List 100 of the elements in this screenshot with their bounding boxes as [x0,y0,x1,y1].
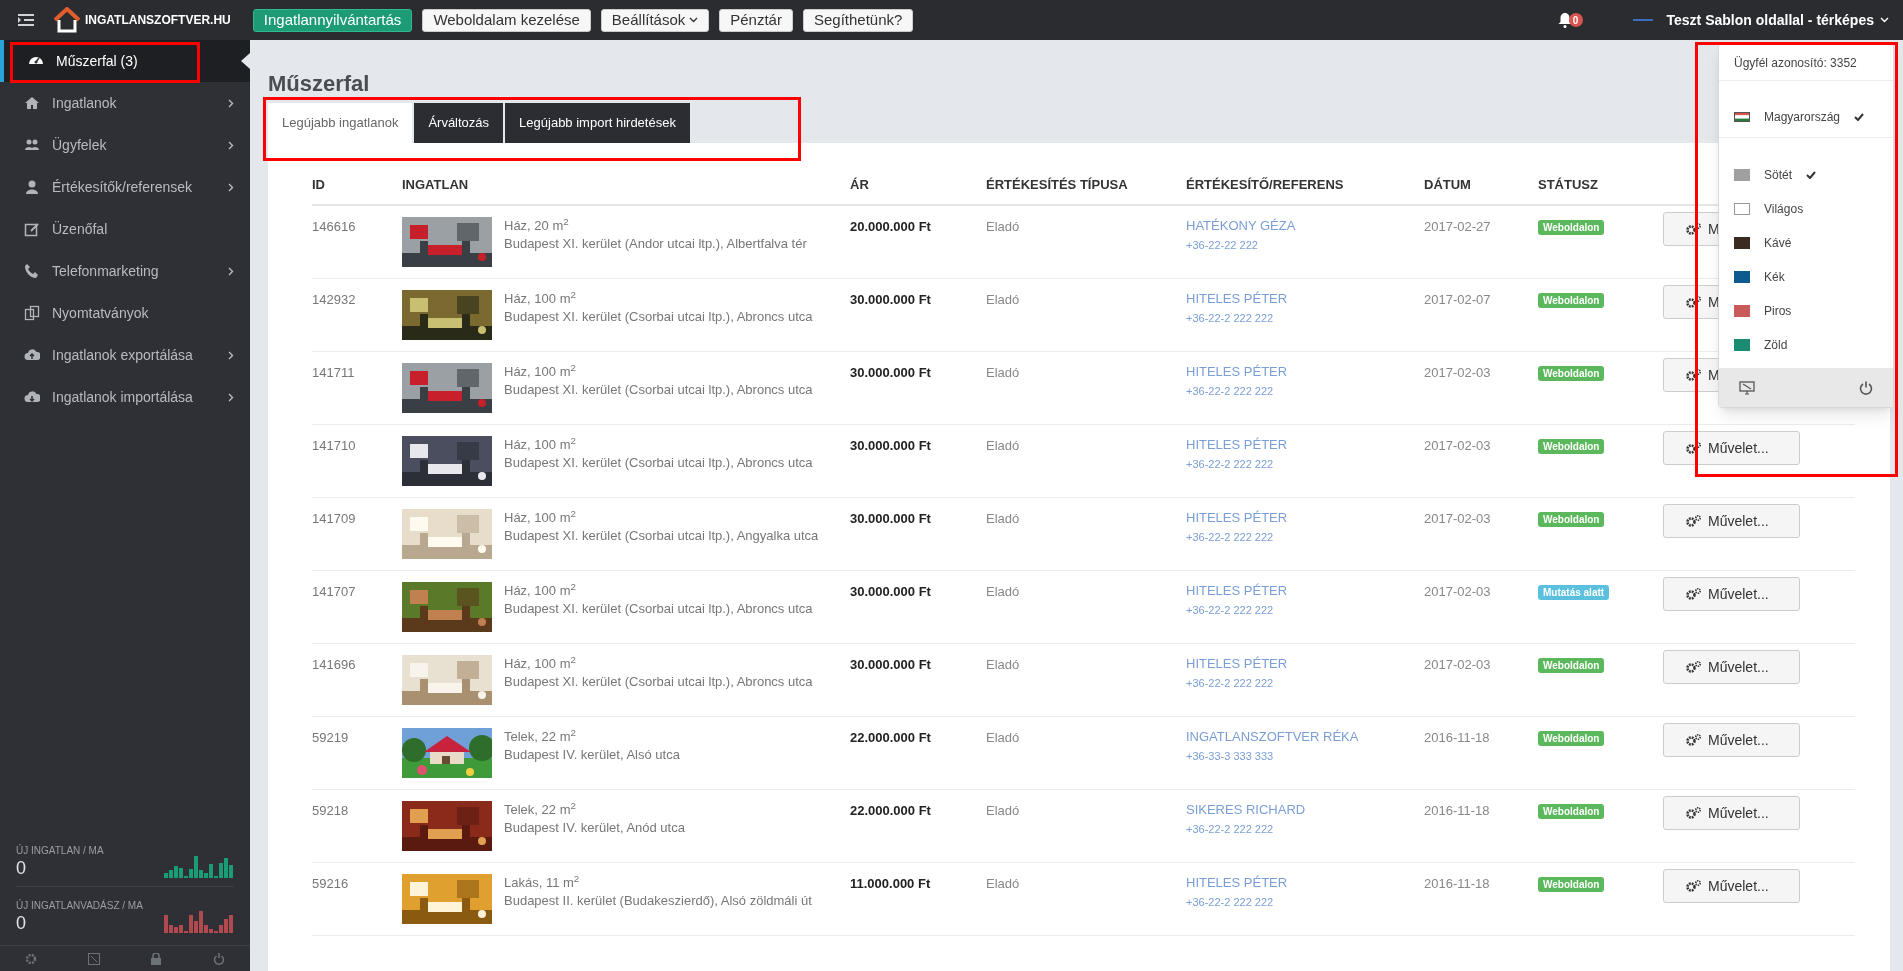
sidebar-item[interactable]: Ingatlanok importálása [0,376,250,418]
property-address: Budapest IV. kerület, Anód utca [504,819,685,837]
column-header: ÉRTÉKESÍTŐ/REFERENS [1186,165,1424,205]
sidebar-icon [24,389,40,405]
agent-phone: +36-33-3 333 333 [1186,749,1274,764]
sidebar-item[interactable]: Telefonmarketing [0,250,250,292]
table-cell: Eladó [986,438,1020,453]
theme-item[interactable]: Kék [1719,260,1893,294]
sidebar-icon [24,137,40,153]
table-cell: 2017-02-03 [1424,438,1491,453]
action-button[interactable]: Művelet... [1663,650,1800,684]
agent-phone: +36-22-22 222 [1186,238,1258,253]
sidebar-item[interactable]: Ingatlanok exportálása [0,334,250,376]
lock-icon[interactable] [150,952,163,965]
menu-icon[interactable] [18,14,34,26]
gears-icon [1686,806,1702,820]
tab[interactable]: Legújabb ingatlanok [268,103,413,143]
table-cell: 141710 [312,438,356,453]
theme-item[interactable]: Sötét [1719,158,1893,192]
price: 22.000.000 Ft [850,730,931,745]
action-button[interactable]: Művelet... [1663,431,1800,465]
price: 30.000.000 Ft [850,657,931,672]
flag-icon [1734,112,1750,122]
sidebar-item[interactable]: Üzenőfal [0,208,250,250]
table-cell: Eladó [986,730,1020,745]
property-title: Telek, 22 m$^{2}$ [504,728,577,746]
sidebar-icon [24,347,40,363]
table-cell: 59216 [312,876,349,891]
chevron-icon [228,392,234,402]
theme-item[interactable]: Kávé [1719,226,1893,260]
gears-icon [1686,879,1702,893]
table-cell: 2016-11-18 [1424,803,1490,818]
action-button[interactable]: Művelet... [1663,869,1800,903]
property-address: Budapest XI. kerület (Csorbai utcai ltp.), Abroncs utca [504,673,813,691]
agent-phone: +36-22-2 222 222 [1186,603,1274,618]
action-button[interactable]: Művelet... [1663,577,1800,611]
gears-icon [1686,660,1702,674]
agent-phone: +36-22-2 222 222 [1186,311,1274,326]
property-address: Budapest II. kerület (Budakeszierdő), Alsó zöldmáli út [504,892,812,910]
nav-button[interactable]: Beállítások [600,8,710,32]
column-header: ID [312,165,402,205]
price: 22.000.000 Ft [850,803,931,818]
price: 30.000.000 Ft [850,584,931,599]
theme-item[interactable]: Zöld [1719,328,1893,362]
nav-button[interactable]: Ingatlannyilvántartás [252,8,413,32]
sidebar-item[interactable]: Értékesítők/referensek [0,166,250,208]
sidebar-item[interactable]: Nyomtatványok [0,292,250,334]
check-icon [1854,113,1865,121]
nav-button[interactable]: Weboldalam kezelése [422,8,591,32]
resize-icon[interactable] [87,952,100,965]
action-button[interactable]: Művelet... [1663,504,1800,538]
nav-button[interactable]: Segíthetünk? [802,8,914,32]
status-badge: Weboldalon [1538,731,1605,746]
agent-phone: +36-22-2 222 222 [1186,676,1274,691]
sidebar-item[interactable]: Ügyfelek [0,124,250,166]
table-cell: 141709 [312,511,356,526]
property-address: Budapest XI. kerület (Csorbai utcai ltp.), Angyalka utca [504,527,819,545]
sidebar-icon [24,305,40,321]
agent-phone: +36-22-2 222 222 [1186,457,1274,472]
account-menu-button[interactable]: Teszt Sablon oldallal - térképes [1666,9,1889,31]
table-cell: Eladó [986,876,1020,891]
nav-button[interactable]: Pénztár [719,8,793,32]
language-item[interactable]: Magyarország [1719,99,1893,135]
table-cell: Eladó [986,292,1020,307]
power-icon[interactable] [1859,380,1873,395]
gears-icon [1686,222,1702,236]
tab[interactable]: Árváltozás [414,103,504,143]
property-title: Ház, 100 m$^{2}$ [504,363,577,381]
table-cell: 2017-02-03 [1424,365,1491,380]
stat-label: ÚJ INGATLANVADÁSZ / MA [16,898,143,913]
table-cell: Eladó [986,219,1020,234]
action-button[interactable]: Művelet... [1663,796,1800,830]
property-address: Budapest XI. kerület (Csorbai utcai ltp.), Abroncs utca [504,600,813,618]
property-address: Budapest XI. kerület (Csorbai utcai ltp.), Abroncs utca [504,308,813,326]
table-cell: Eladó [986,803,1020,818]
table-cell: 59219 [312,730,349,745]
settings-icon[interactable] [25,952,38,965]
theme-item[interactable]: Piros [1719,294,1893,328]
gears-icon [1686,587,1702,601]
agent-phone: +36-22-2 222 222 [1186,822,1274,837]
brand-name: INGATLANSZOFTVER.HU [85,12,231,29]
table-cell: 141711 [312,365,355,380]
status-badge: Mutatás alatt [1538,585,1610,600]
theme-item[interactable]: Világos [1719,192,1893,226]
sidebar-icon [24,179,40,195]
power-icon[interactable] [212,952,225,965]
stat-value: 0 [16,913,27,933]
sidebar-item[interactable]: Ingatlanok [0,82,250,124]
status-badge: Weboldalon [1538,877,1605,892]
price: 30.000.000 Ft [850,511,931,526]
property-address: Budapest XI. kerület (Csorbai utcai ltp.), Abroncs utca [504,381,813,399]
price: 30.000.000 Ft [850,365,931,380]
screen-icon[interactable] [1739,380,1755,395]
agent-phone: +36-22-2 222 222 [1186,895,1274,910]
agent-phone: +36-22-2 222 222 [1186,384,1274,399]
tab[interactable]: Legújabb import hirdetések [505,103,690,143]
property-title: Telek, 22 m$^{2}$ [504,801,577,819]
action-button[interactable]: Művelet... [1663,723,1800,757]
bell-icon[interactable] [1557,12,1572,28]
table-cell: Eladó [986,365,1020,380]
